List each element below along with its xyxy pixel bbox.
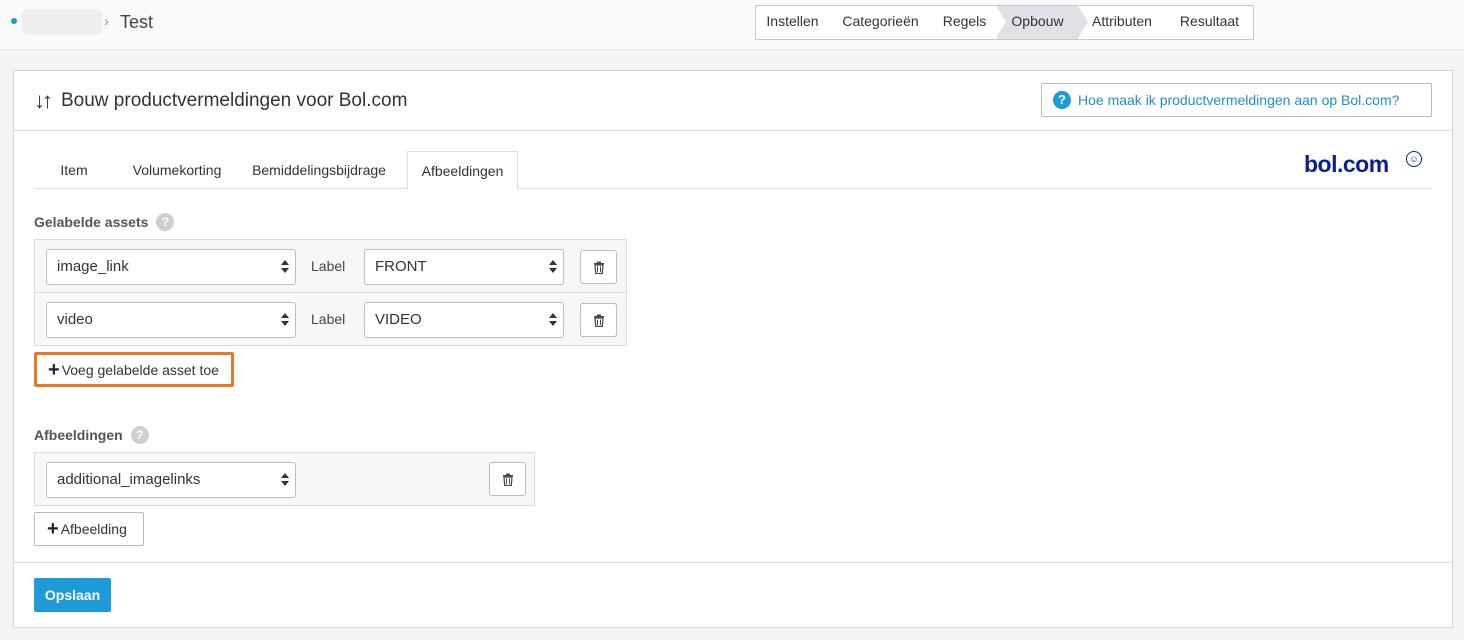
delete-asset-button[interactable] <box>580 303 617 337</box>
save-button[interactable]: Opslaan <box>34 578 111 612</box>
question-circle-icon: ? <box>1053 91 1071 109</box>
trash-icon <box>594 261 604 274</box>
images-heading-text: Afbeeldingen <box>34 427 123 443</box>
help-button[interactable]: ? Hoe maak ik productvermeldingen aan op… <box>1041 83 1432 117</box>
trash-icon <box>594 314 604 327</box>
images-list: additional_imagelinks <box>34 452 535 506</box>
select-caret-icon <box>281 260 289 274</box>
select-caret-icon <box>281 313 289 327</box>
asset-label-select[interactable]: VIDEO <box>364 302 564 338</box>
asset-field-select[interactable]: video <box>46 302 296 338</box>
chevron-right-icon: › <box>104 13 109 30</box>
add-labeled-asset-button[interactable]: + Voeg gelabelde asset toe <box>34 352 234 387</box>
labeled-assets-list: image_link Label FRONT video Label VIDEO <box>34 239 627 346</box>
images-heading: Afbeeldingen ? <box>34 426 149 444</box>
help-button-label: Hoe maak ik productvermeldingen aan op B… <box>1078 92 1400 108</box>
bol-logo: bol.com <box>1304 151 1389 177</box>
breadcrumb-title: Test <box>120 12 154 32</box>
step-regels[interactable]: Regels <box>932 6 997 39</box>
tab-volumekorting[interactable]: Volumekorting <box>126 151 228 189</box>
row-divider <box>35 292 626 293</box>
step-categorieen[interactable]: Categorieën <box>829 6 932 39</box>
select-caret-icon <box>549 313 557 327</box>
step-attributen[interactable]: Attributen <box>1078 6 1166 39</box>
question-icon[interactable]: ? <box>156 213 175 231</box>
asset-field-value: image_link <box>57 258 129 275</box>
trash-icon <box>503 473 513 486</box>
asset-label-value: FRONT <box>375 258 427 275</box>
select-caret-icon <box>281 473 289 487</box>
add-image-button[interactable]: + Afbeelding <box>34 512 144 546</box>
asset-label-select[interactable]: FRONT <box>364 249 564 285</box>
panel-header: ↓↑ Bouw productvermeldingen voor Bol.com… <box>14 71 1452 131</box>
step-resultaat[interactable]: Resultaat <box>1166 6 1253 39</box>
image-field-select[interactable]: additional_imagelinks <box>46 462 296 498</box>
top-bar: › Test Instellen Categorieën Regels Opbo… <box>0 0 1464 50</box>
tab-afbeeldingen[interactable]: Afbeeldingen <box>407 151 518 190</box>
asset-label-value: VIDEO <box>375 311 422 328</box>
labeled-assets-heading: Gelabelde assets ? <box>34 213 175 231</box>
add-labeled-asset-label: Voeg gelabelde asset toe <box>61 361 219 378</box>
tab-bemiddelingsbijdrage[interactable]: Bemiddelingsbijdrage <box>244 151 394 189</box>
image-field-value: additional_imagelinks <box>57 471 201 488</box>
step-opbouw[interactable]: Opbouw <box>996 6 1088 39</box>
add-image-label: Afbeelding <box>60 521 127 537</box>
delete-image-button[interactable] <box>489 462 526 496</box>
plus-icon: + <box>48 358 60 381</box>
footer-divider <box>14 562 1452 563</box>
main-panel: ↓↑ Bouw productvermeldingen voor Bol.com… <box>13 70 1453 628</box>
sort-arrows-icon: ↓↑ <box>34 88 53 113</box>
label-caption: Label <box>311 311 346 327</box>
plus-icon: + <box>47 518 59 540</box>
tab-item[interactable]: Item <box>34 151 114 189</box>
question-icon[interactable]: ? <box>130 426 149 444</box>
status-dot <box>11 18 17 24</box>
tab-bar: Item Volumekorting Bemiddelingsbijdrage … <box>34 151 1432 190</box>
labeled-assets-heading-text: Gelabelde assets <box>34 214 149 230</box>
label-caption: Label <box>311 258 346 274</box>
page-title: Bouw productvermeldingen voor Bol.com <box>61 90 408 111</box>
wizard-steps: Instellen Categorieën Regels Opbouw Attr… <box>755 5 1254 40</box>
breadcrumb-parent-blurred[interactable] <box>22 9 102 35</box>
step-instellen[interactable]: Instellen <box>756 6 829 39</box>
delete-asset-button[interactable] <box>580 250 617 284</box>
asset-field-select[interactable]: image_link <box>46 249 296 285</box>
asset-field-value: video <box>57 311 93 328</box>
logo-smile-icon: ☺ <box>1406 151 1422 167</box>
select-caret-icon <box>549 260 557 274</box>
